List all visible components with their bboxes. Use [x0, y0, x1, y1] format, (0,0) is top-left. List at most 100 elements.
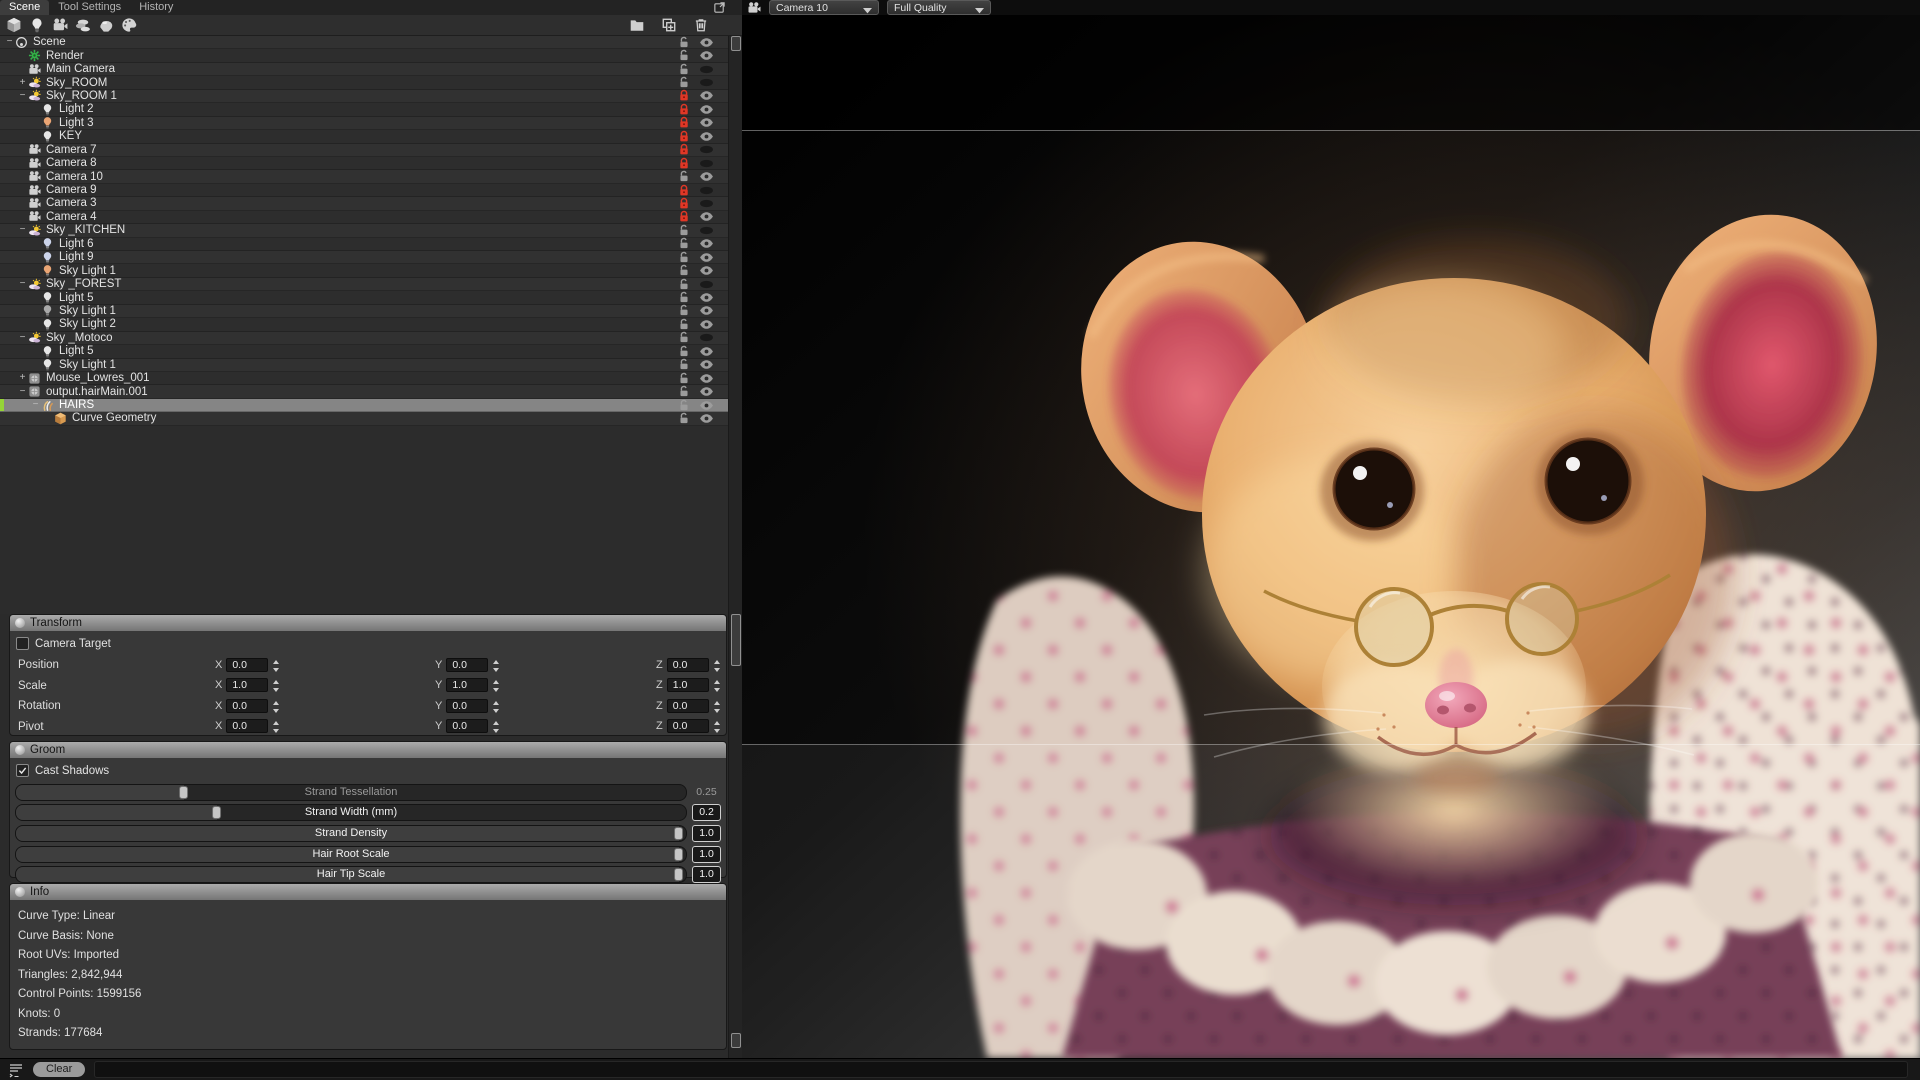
- tree-row-light-2[interactable]: Light 2: [0, 103, 728, 116]
- lock-closed-icon[interactable]: [678, 103, 690, 116]
- palette-button[interactable]: [121, 17, 137, 33]
- eye-icon[interactable]: [699, 359, 714, 370]
- tree-row-sky-forest[interactable]: −Sky _FOREST: [0, 278, 728, 291]
- eye-hidden-icon[interactable]: [699, 225, 714, 236]
- groom-panel-header[interactable]: Groom: [10, 742, 726, 758]
- tree-row-sky-motoco[interactable]: −Sky _Motoco: [0, 332, 728, 345]
- tree-row-light-5[interactable]: Light 5: [0, 345, 728, 358]
- external-link-icon[interactable]: [713, 1, 726, 14]
- tree-row-sky-light-2[interactable]: Sky Light 2: [0, 318, 728, 331]
- tab-scene[interactable]: Scene: [0, 0, 49, 15]
- folder-icon[interactable]: [629, 17, 645, 33]
- eye-hidden-icon[interactable]: [699, 64, 714, 75]
- tree-row-sky-light-1[interactable]: Sky Light 1: [0, 305, 728, 318]
- expander-minus-icon[interactable]: −: [17, 91, 28, 101]
- camera-target-checkbox[interactable]: [16, 637, 29, 650]
- eye-icon[interactable]: [699, 386, 714, 397]
- cast-shadows-checkbox[interactable]: [16, 764, 29, 777]
- add-environment-button[interactable]: [75, 17, 91, 33]
- tree-row-camera-3[interactable]: Camera 3: [0, 197, 728, 210]
- slider-strand-width-mm[interactable]: Strand Width (mm): [15, 804, 687, 821]
- tree-row-camera-8[interactable]: Camera 8: [0, 157, 728, 170]
- lock-open-icon[interactable]: [678, 412, 690, 425]
- lock-closed-icon[interactable]: [678, 210, 690, 223]
- duplicate-icon[interactable]: [661, 17, 677, 33]
- eye-icon[interactable]: [699, 238, 714, 249]
- lock-open-icon[interactable]: [678, 224, 690, 237]
- lock-open-icon[interactable]: [678, 345, 690, 358]
- stepper-icon[interactable]: [713, 679, 721, 691]
- eye-icon[interactable]: [699, 265, 714, 276]
- stepper-icon[interactable]: [272, 679, 280, 691]
- tree-row-sky-kitchen[interactable]: −Sky _KITCHEN: [0, 224, 728, 237]
- slider-strand-tessellation[interactable]: Strand Tessellation: [15, 784, 687, 801]
- slider-strand-density[interactable]: Strand Density: [15, 825, 687, 842]
- console-log-icon[interactable]: [8, 1062, 24, 1078]
- expander-plus-icon[interactable]: +: [17, 78, 28, 88]
- tree-row-scene[interactable]: −Scene: [0, 36, 728, 49]
- stepper-icon[interactable]: [272, 720, 280, 732]
- lock-closed-icon[interactable]: [678, 184, 690, 197]
- eye-icon[interactable]: [699, 50, 714, 61]
- eye-icon[interactable]: [699, 413, 714, 424]
- tree-row-mouse-lowres-001[interactable]: +Mouse_Lowres_001: [0, 372, 728, 385]
- lock-open-icon[interactable]: [678, 237, 690, 250]
- lock-closed-icon[interactable]: [678, 157, 690, 170]
- pivot-y-field[interactable]: 0.0: [446, 719, 488, 733]
- add-geometry-button[interactable]: [6, 17, 22, 33]
- scale-z-field[interactable]: 1.0: [667, 678, 709, 692]
- eye-icon[interactable]: [699, 104, 714, 115]
- eye-icon[interactable]: [699, 37, 714, 48]
- eye-hidden-icon[interactable]: [699, 198, 714, 209]
- eye-icon[interactable]: [699, 171, 714, 182]
- eye-icon[interactable]: [699, 400, 714, 411]
- rotation-x-field[interactable]: 0.0: [226, 699, 268, 713]
- tab-history[interactable]: History: [130, 0, 182, 15]
- eye-hidden-icon[interactable]: [699, 144, 714, 155]
- slider-value-hair-tip-scale[interactable]: 1.0: [692, 866, 721, 883]
- info-panel-header[interactable]: Info: [10, 884, 726, 900]
- expander-minus-icon[interactable]: −: [17, 333, 28, 343]
- add-light-button[interactable]: [29, 17, 45, 33]
- eye-hidden-icon[interactable]: [699, 77, 714, 88]
- tree-row-light-9[interactable]: Light 9: [0, 251, 728, 264]
- tree-row-hairs[interactable]: −HAIRS: [0, 399, 728, 412]
- tree-row-camera-4[interactable]: Camera 4: [0, 211, 728, 224]
- tree-row-main-camera[interactable]: Main Camera: [0, 63, 728, 76]
- eye-hidden-icon[interactable]: [699, 332, 714, 343]
- expander-minus-icon[interactable]: −: [17, 279, 28, 289]
- stepper-icon[interactable]: [492, 659, 500, 671]
- pivot-z-field[interactable]: 0.0: [667, 719, 709, 733]
- lock-closed-icon[interactable]: [678, 197, 690, 210]
- slider-value-strand-width-mm[interactable]: 0.2: [692, 804, 721, 821]
- rotation-y-field[interactable]: 0.0: [446, 699, 488, 713]
- eye-icon[interactable]: [699, 131, 714, 142]
- lock-open-icon[interactable]: [678, 170, 690, 183]
- position-y-field[interactable]: 0.0: [446, 658, 488, 672]
- eye-hidden-icon[interactable]: [699, 158, 714, 169]
- tree-row-light-3[interactable]: Light 3: [0, 117, 728, 130]
- eye-icon[interactable]: [699, 373, 714, 384]
- transform-panel-header[interactable]: Transform: [10, 615, 726, 631]
- scale-x-field[interactable]: 1.0: [226, 678, 268, 692]
- render-viewport[interactable]: [742, 15, 1920, 1058]
- expander-minus-icon[interactable]: −: [17, 387, 28, 397]
- lock-open-icon[interactable]: [678, 399, 690, 412]
- tree-row-sky-light-1[interactable]: Sky Light 1: [0, 264, 728, 277]
- camera-select[interactable]: Camera 10: [769, 0, 879, 15]
- stepper-icon[interactable]: [492, 679, 500, 691]
- eye-icon[interactable]: [699, 346, 714, 357]
- lock-closed-icon[interactable]: [678, 130, 690, 143]
- lock-open-icon[interactable]: [678, 331, 690, 344]
- eye-icon[interactable]: [699, 305, 714, 316]
- tree-row-curve-geometry[interactable]: Curve Geometry: [0, 412, 728, 425]
- pivot-x-field[interactable]: 0.0: [226, 719, 268, 733]
- position-x-field[interactable]: 0.0: [226, 658, 268, 672]
- add-camera-button[interactable]: [52, 17, 68, 33]
- trash-icon[interactable]: [693, 17, 709, 33]
- material-button[interactable]: [98, 17, 114, 33]
- stepper-icon[interactable]: [713, 720, 721, 732]
- scrollbar-thumb[interactable]: [731, 36, 741, 51]
- lock-open-icon[interactable]: [678, 36, 690, 49]
- tree-row-key[interactable]: KEY: [0, 130, 728, 143]
